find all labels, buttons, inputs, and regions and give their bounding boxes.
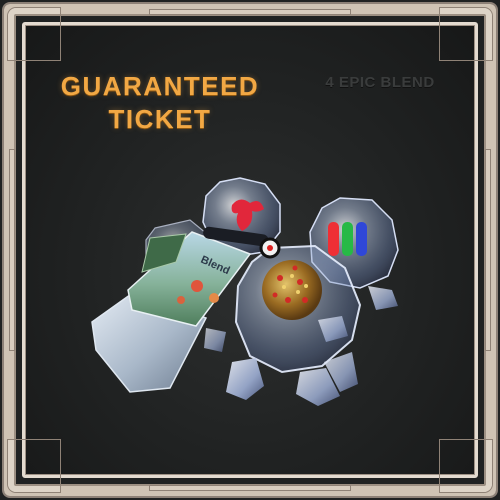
ticket-artwork: Blend bbox=[91, 177, 399, 406]
crystal-orb-large bbox=[234, 244, 362, 374]
guaranteed-ticket-card[interactable]: GUARANTEED TICKET 4 EPIC BLEND Blend bbox=[0, 0, 500, 500]
